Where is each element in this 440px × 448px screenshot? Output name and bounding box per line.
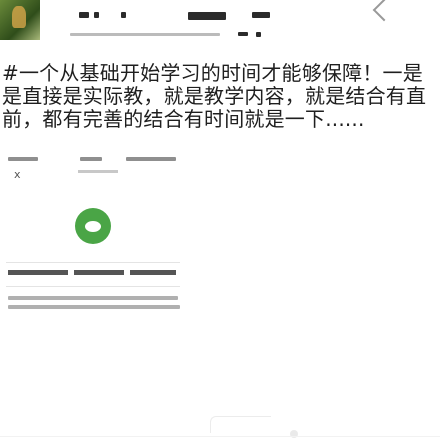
header-glyph [238,32,248,36]
header-glyph [79,12,89,18]
caption-text-line [8,305,180,309]
divider [6,286,180,287]
header-subtext [70,33,220,36]
section-caption [8,270,180,276]
top-media-strip [0,0,440,54]
article-headline[interactable]: #一个从基础开始学习的时间才能够保障！一是是直接是实际教，就是教学内容，就是结合… [2,62,434,131]
divider [6,262,180,263]
chat-bubble-icon[interactable] [75,208,111,244]
header-glyph [188,12,226,20]
meta-note [78,170,118,173]
expand-arrow-icon[interactable] [372,0,396,22]
header-glyph [256,32,261,37]
bottom-divider [0,436,440,437]
ghost-shape [210,416,271,433]
caption-text-line [8,296,178,300]
header-glyph [94,12,99,18]
article-meta [8,154,188,166]
header-glyph [252,12,270,18]
close-icon[interactable]: x [14,168,21,181]
header-glyph [121,12,126,18]
article-thumbnail[interactable] [0,0,40,40]
